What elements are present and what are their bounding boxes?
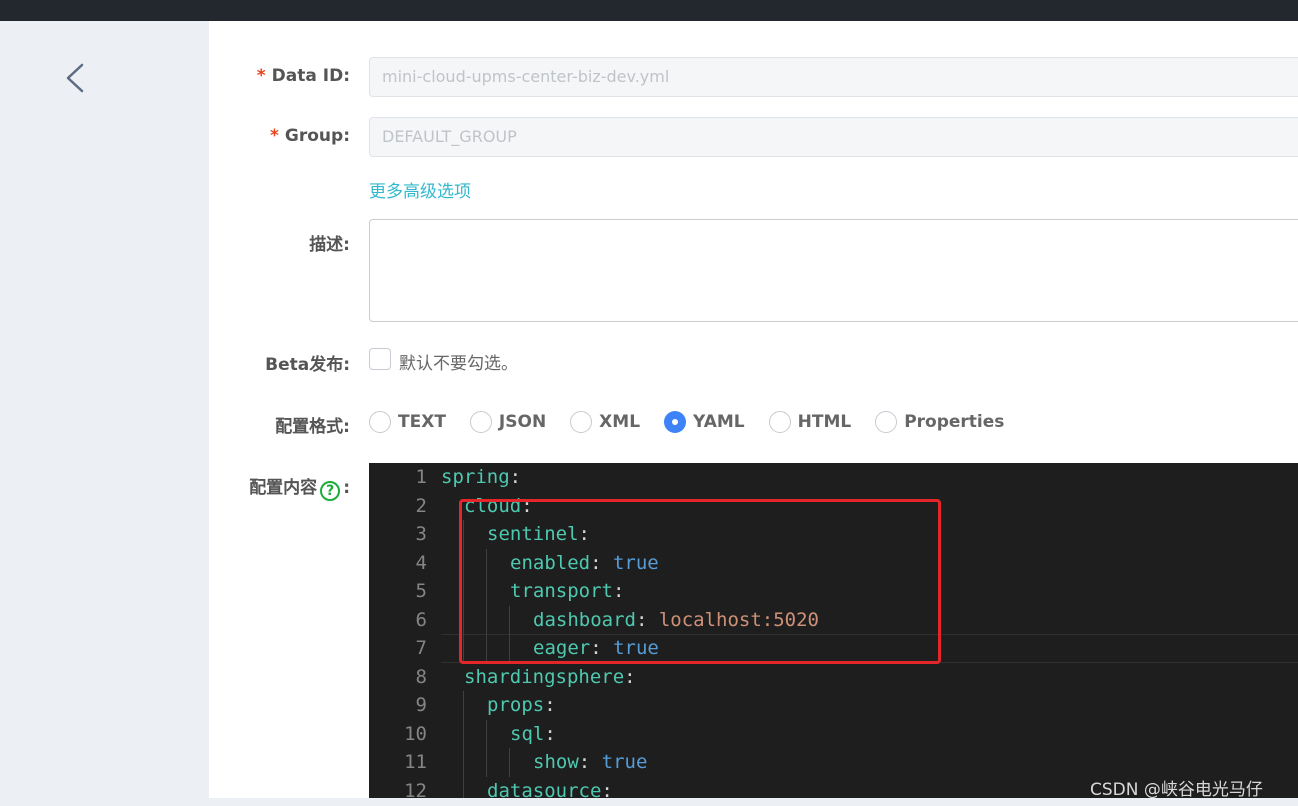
format-radio-group: TEXT JSON XML YAML HTML Properties [369, 410, 1028, 434]
content-label-suffix: : [343, 478, 350, 498]
sidebar [0, 21, 209, 806]
format-option-properties[interactable]: Properties [875, 411, 1004, 433]
yaml-key: props [487, 694, 545, 716]
radio-circle-icon[interactable] [664, 411, 687, 433]
code-line: 9 props: [369, 691, 1298, 720]
content-label-text: 配置内容 [249, 478, 318, 498]
required-mark: * [256, 66, 266, 86]
radio-circle-icon[interactable] [875, 411, 898, 433]
description-textarea[interactable] [369, 219, 1298, 322]
code-line: 10 sql: [369, 720, 1298, 749]
yaml-key: show [533, 751, 579, 773]
code-text: sql: [510, 720, 556, 749]
required-mark: * [270, 126, 279, 146]
format-option-json[interactable]: JSON [469, 411, 547, 433]
code-line: 8 shardingsphere: [369, 663, 1298, 692]
chevron-left-icon [66, 63, 84, 93]
format-label: 配置格式: [275, 417, 350, 437]
line-number: 1 [415, 466, 427, 488]
data-id-label: * Data ID: [257, 66, 350, 86]
group-label: * Group: [270, 126, 350, 146]
code-line: 1 spring: [369, 463, 1298, 492]
radio-circle-icon[interactable] [369, 411, 391, 433]
format-option-yaml[interactable]: YAML [664, 411, 745, 433]
yaml-key: sql [510, 722, 545, 745]
line-number: 3 [415, 523, 427, 545]
line-number: 12 [404, 779, 427, 799]
group-label-text: Group: [284, 126, 350, 146]
data-id-input[interactable]: mini-cloud-upms-center-biz-dev.yml [369, 57, 1298, 97]
format-option-html[interactable]: HTML [768, 411, 852, 433]
code-text: datasource: [487, 777, 613, 799]
back-button[interactable] [58, 60, 92, 96]
yaml-key: datasource [487, 779, 602, 799]
line-number: 9 [415, 694, 427, 716]
line-number: 2 [415, 494, 427, 517]
yaml-value: true [601, 751, 648, 773]
yaml-separator: : [601, 779, 613, 799]
code-text: shardingsphere: [464, 663, 636, 692]
line-number: 8 [415, 665, 427, 688]
watermark: CSDN @峡谷电光马仔 [1090, 780, 1263, 800]
indent-guide [486, 748, 487, 777]
format-option-label: YAML [693, 412, 745, 432]
radio-circle-icon[interactable] [469, 411, 492, 433]
beta-checkbox-text: 默认不要勾选。 [399, 354, 518, 374]
indent-guide [463, 748, 464, 777]
beta-label: Beta发布: [265, 355, 350, 375]
indent-guide [463, 719, 464, 748]
group-input[interactable]: DEFAULT_GROUP [369, 117, 1298, 157]
red-highlight-box [459, 499, 941, 664]
yaml-key: shardingsphere [464, 665, 625, 688]
yaml-separator: : [509, 466, 522, 488]
format-option-label: TEXT [398, 412, 446, 432]
yaml-separator: : [578, 751, 602, 773]
format-option-label: HTML [797, 412, 852, 432]
question-circle-icon[interactable]: ? [320, 481, 341, 501]
code-text: show: true [533, 748, 647, 777]
format-option-label: XML [599, 412, 641, 432]
beta-checkbox[interactable] [369, 348, 391, 370]
format-option-text[interactable]: TEXT [369, 411, 446, 433]
yaml-separator: : [624, 665, 636, 688]
line-number: 4 [415, 551, 427, 574]
line-number: 5 [415, 580, 427, 602]
indent-guide [463, 691, 464, 720]
code-text: spring: [441, 463, 521, 492]
description-label: 描述: [309, 235, 350, 255]
line-number: 6 [415, 608, 427, 631]
code-text: props: [487, 691, 556, 720]
radio-circle-icon[interactable] [570, 411, 593, 433]
yaml-key: spring [441, 466, 510, 488]
advanced-options-link[interactable]: 更多高级选项 [369, 177, 471, 202]
format-option-label: JSON [498, 412, 547, 432]
radio-circle-icon[interactable] [768, 411, 791, 433]
yaml-separator: : [544, 694, 556, 716]
yaml-separator: : [544, 722, 556, 745]
line-number: 11 [404, 751, 427, 773]
data-id-label-text: Data ID: [271, 66, 350, 86]
format-option-xml[interactable]: XML [570, 411, 640, 433]
indent-guide [486, 719, 487, 748]
content-label: 配置内容?: [249, 473, 350, 501]
indent-guide [463, 776, 464, 798]
line-number: 7 [415, 637, 427, 659]
format-option-label: Properties [904, 412, 1005, 432]
indent-guide [509, 748, 510, 777]
line-number: 10 [404, 722, 427, 745]
top-bar [0, 0, 1298, 21]
